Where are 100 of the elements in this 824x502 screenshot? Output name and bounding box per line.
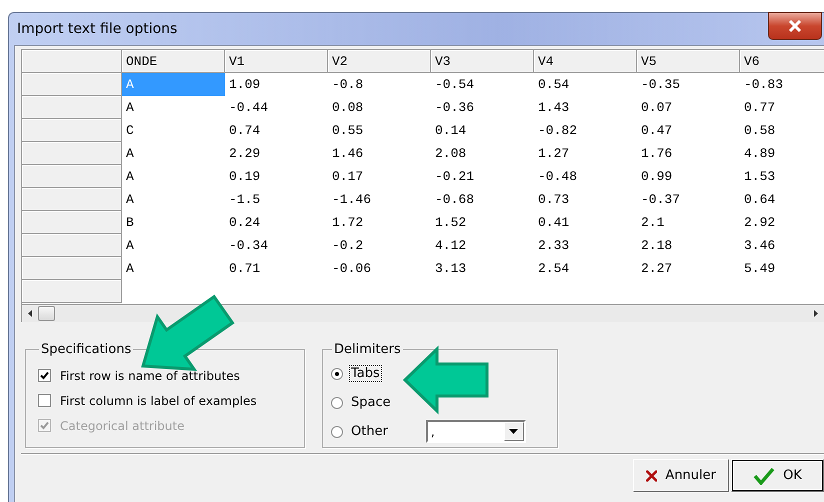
row-header[interactable] xyxy=(22,165,122,188)
table-cell[interactable]: 2.18 xyxy=(637,234,740,257)
table-cell[interactable]: A xyxy=(122,257,225,280)
table-cell[interactable]: 2.29 xyxy=(225,142,328,165)
table-cell[interactable]: 2.92 xyxy=(740,211,824,234)
checkbox[interactable] xyxy=(38,369,51,382)
table-cell[interactable]: 3.46 xyxy=(740,234,824,257)
row-header[interactable] xyxy=(22,73,122,96)
checkmark-icon xyxy=(753,466,776,484)
checkbox-label[interactable]: First column is label of examples xyxy=(60,394,257,408)
radio-button[interactable] xyxy=(331,368,343,380)
row-header[interactable] xyxy=(22,96,122,119)
table-cell[interactable]: 0.71 xyxy=(225,257,328,280)
table-cell[interactable]: 1.76 xyxy=(637,142,740,165)
table-cell[interactable]: 0.24 xyxy=(225,211,328,234)
scroll-right-icon[interactable] xyxy=(814,310,818,317)
table-cell[interactable]: 4.12 xyxy=(431,234,534,257)
radio-label[interactable]: Space xyxy=(350,395,392,410)
table-cell[interactable]: 2.08 xyxy=(431,142,534,165)
table-cell[interactable]: 2.1 xyxy=(637,211,740,234)
table-cell[interactable]: -0.83 xyxy=(740,73,824,96)
table-cell[interactable]: 1.53 xyxy=(740,165,824,188)
table-cell[interactable]: -0.48 xyxy=(534,165,637,188)
group-title: Specifications xyxy=(40,342,132,357)
table-cell[interactable]: 2.27 xyxy=(637,257,740,280)
table-cell[interactable]: -1.46 xyxy=(328,188,431,211)
row-header[interactable] xyxy=(22,142,122,165)
table-cell[interactable]: 0.19 xyxy=(225,165,328,188)
column-header[interactable]: ONDE xyxy=(122,50,225,73)
column-header[interactable]: V2 xyxy=(328,50,431,73)
table-cell[interactable]: A xyxy=(122,165,225,188)
cancel-button[interactable]: Annuler xyxy=(633,459,729,492)
table-cell[interactable]: 1.72 xyxy=(328,211,431,234)
ok-button[interactable]: OK xyxy=(731,459,824,492)
row-header[interactable] xyxy=(22,280,122,303)
row-header[interactable] xyxy=(22,234,122,257)
table-cell[interactable]: 0.99 xyxy=(637,165,740,188)
table-cell[interactable]: -0.37 xyxy=(637,188,740,211)
table-cell[interactable]: 5.49 xyxy=(740,257,824,280)
table-cell[interactable]: 0.47 xyxy=(637,119,740,142)
scroll-left-icon[interactable] xyxy=(28,310,32,317)
row-header[interactable] xyxy=(22,257,122,280)
row-header[interactable] xyxy=(22,211,122,234)
table-cell[interactable]: -0.36 xyxy=(431,96,534,119)
table-cell[interactable]: 0.55 xyxy=(328,119,431,142)
table-cell[interactable]: A xyxy=(122,234,225,257)
column-header[interactable]: V4 xyxy=(534,50,637,73)
table-cell[interactable]: 0.14 xyxy=(431,119,534,142)
row-header[interactable] xyxy=(22,119,122,142)
table-cell[interactable]: 0.64 xyxy=(740,188,824,211)
table-cell[interactable]: 0.17 xyxy=(328,165,431,188)
delimiter-dropdown[interactable]: , xyxy=(426,420,526,443)
table-cell[interactable]: -0.82 xyxy=(534,119,637,142)
radio-label[interactable]: Tabs xyxy=(350,366,381,381)
table-cell[interactable]: -0.68 xyxy=(431,188,534,211)
horizontal-scrollbar[interactable] xyxy=(21,305,824,322)
table-cell[interactable]: 4.89 xyxy=(740,142,824,165)
table-cell[interactable]: 3.13 xyxy=(431,257,534,280)
table-cell[interactable]: 1.27 xyxy=(534,142,637,165)
table-cell[interactable]: -0.2 xyxy=(328,234,431,257)
table-cell[interactable]: -1.5 xyxy=(225,188,328,211)
table-cell[interactable]: -0.35 xyxy=(637,73,740,96)
table-cell[interactable]: 0.74 xyxy=(225,119,328,142)
table-cell[interactable]: 1.46 xyxy=(328,142,431,165)
radio-button[interactable] xyxy=(331,426,343,438)
table-cell[interactable]: 0.54 xyxy=(534,73,637,96)
table-cell[interactable]: 0.77 xyxy=(740,96,824,119)
column-header[interactable]: V1 xyxy=(225,50,328,73)
radio-label[interactable]: Other xyxy=(350,424,389,439)
table-cell[interactable]: B xyxy=(122,211,225,234)
table-cell[interactable]: 0.41 xyxy=(534,211,637,234)
table-cell[interactable]: A xyxy=(122,96,225,119)
close-icon xyxy=(788,20,802,32)
column-header[interactable]: V3 xyxy=(431,50,534,73)
table-cell[interactable]: C xyxy=(122,119,225,142)
column-header[interactable]: V5 xyxy=(637,50,740,73)
checkbox-label[interactable]: First row is name of attributes xyxy=(60,368,240,382)
table-cell[interactable]: -0.44 xyxy=(225,96,328,119)
table-cell[interactable]: 0.73 xyxy=(534,188,637,211)
scrollbar-thumb[interactable] xyxy=(38,306,55,321)
table-cell[interactable]: 1.43 xyxy=(534,96,637,119)
close-button[interactable] xyxy=(768,12,822,40)
table-cell[interactable]: 0.58 xyxy=(740,119,824,142)
table-cell[interactable]: 2.54 xyxy=(534,257,637,280)
table-cell[interactable]: 0.07 xyxy=(637,96,740,119)
table-cell[interactable]: A xyxy=(122,142,225,165)
radio-button[interactable] xyxy=(331,396,343,408)
table-cell[interactable]: -0.54 xyxy=(431,73,534,96)
checkbox[interactable] xyxy=(38,394,51,407)
column-header[interactable]: V6 xyxy=(740,50,824,73)
table-cell[interactable]: -0.8 xyxy=(328,73,431,96)
table-cell[interactable]: 1.09 xyxy=(225,73,328,96)
table-cell[interactable]: A xyxy=(122,188,225,211)
table-cell[interactable]: 1.52 xyxy=(431,211,534,234)
table-cell[interactable]: -0.06 xyxy=(328,257,431,280)
table-cell[interactable]: 0.08 xyxy=(328,96,431,119)
table-cell[interactable]: -0.34 xyxy=(225,234,328,257)
row-header[interactable] xyxy=(22,188,122,211)
table-cell[interactable]: -0.21 xyxy=(431,165,534,188)
table-cell[interactable]: 2.33 xyxy=(534,234,637,257)
